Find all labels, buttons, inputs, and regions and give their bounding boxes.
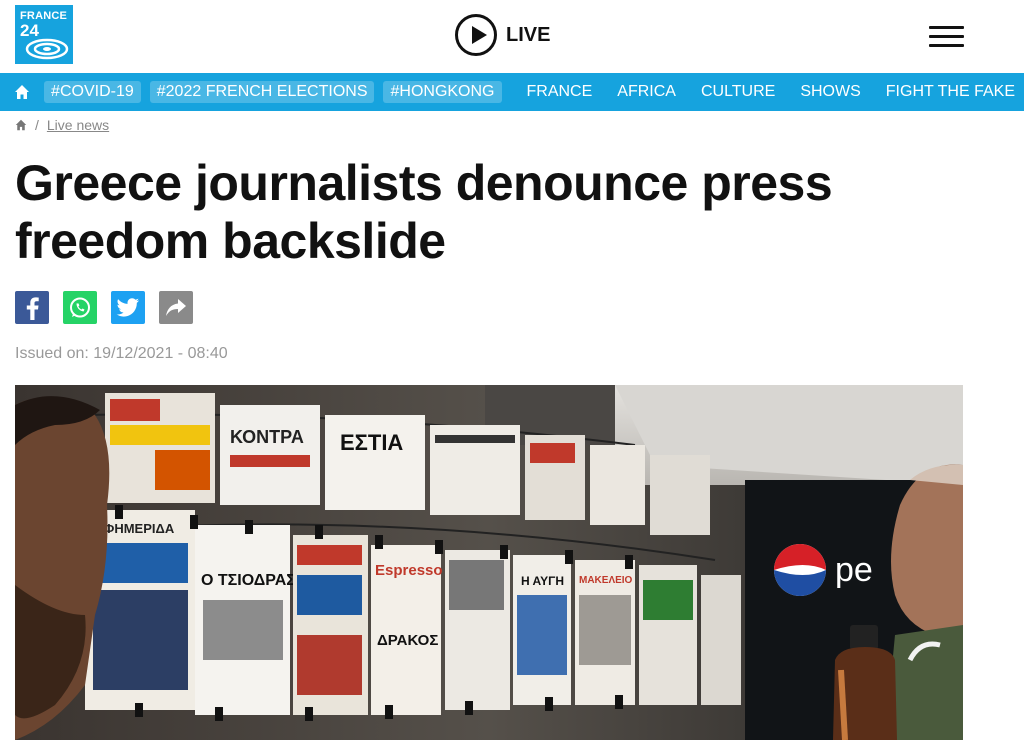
play-icon	[455, 14, 497, 56]
paper-kontra: ΚΟΝΤΡΑ	[230, 427, 304, 447]
nav-tag-covid[interactable]: #COVID-19	[44, 81, 141, 103]
share-bar	[15, 291, 207, 324]
article-title: Greece journalists denounce press freedo…	[15, 155, 833, 269]
site-header: FRANCE 24 LIVE	[0, 0, 1024, 73]
live-label: LIVE	[506, 23, 551, 46]
nav-item-shows[interactable]: SHOWS	[800, 83, 860, 101]
nav-tag-hongkong[interactable]: #HONGKONG	[383, 81, 502, 103]
issued-date: Issued on: 19/12/2021 - 08:40	[15, 345, 228, 362]
facebook-share-button[interactable]	[15, 291, 49, 324]
breadcrumb-live-news-link[interactable]: Live news	[47, 117, 109, 133]
main-nav: #COVID-19 #2022 FRENCH ELECTIONS #HONGKO…	[0, 73, 1024, 111]
hamburger-menu-icon[interactable]	[929, 26, 964, 50]
paper-tsiodras: Ο ΤΣΙΟΔΡΑΣ	[201, 572, 296, 589]
nav-home-icon[interactable]	[0, 73, 44, 111]
france24-logo[interactable]: FRANCE 24	[15, 5, 73, 64]
nav-item-fight-the-fake[interactable]: FIGHT THE FAKE	[886, 83, 1015, 101]
nav-item-culture[interactable]: CULTURE	[701, 83, 775, 101]
live-button[interactable]: LIVE	[455, 14, 550, 56]
paper-drakos: ΔΡΑΚΟΣ	[377, 632, 438, 649]
paper-avgi: Η ΑΥΓΗ	[521, 574, 564, 588]
paper-makeleio: ΜΑΚΕΛΕΙΟ	[579, 575, 633, 586]
generic-share-button[interactable]	[159, 291, 193, 324]
whatsapp-share-button[interactable]	[63, 291, 97, 324]
whatsapp-icon	[70, 297, 90, 317]
article-hero-image: ΚΟΝΤΡΑ ΕΣΤΙΑ pe ΕΦΗΜΕΡΙΔΑ Ο ΤΣΙΟΔΡΑΣ Esp…	[15, 385, 963, 740]
paper-estia: ΕΣΤΙΑ	[340, 430, 403, 455]
logo-wave-icon	[25, 38, 69, 60]
breadcrumb-separator: /	[35, 117, 39, 133]
twitter-icon	[116, 297, 139, 317]
breadcrumb-home-icon[interactable]	[15, 119, 27, 131]
breadcrumb: / Live news	[15, 117, 109, 133]
twitter-share-button[interactable]	[111, 291, 145, 324]
nav-item-france[interactable]: FRANCE	[527, 83, 593, 101]
nav-item-africa[interactable]: AFRICA	[617, 83, 676, 101]
pepsi-sign: pe	[835, 551, 873, 589]
newsstand-photo: ΚΟΝΤΡΑ ΕΣΤΙΑ pe ΕΦΗΜΕΡΙΔΑ Ο ΤΣΙΟΔΡΑΣ Esp…	[15, 385, 963, 740]
nav-tag-french-elections[interactable]: #2022 FRENCH ELECTIONS	[149, 81, 375, 103]
facebook-icon	[26, 296, 39, 320]
paper-espresso: Espresso	[375, 562, 443, 579]
share-arrow-icon	[166, 298, 186, 316]
